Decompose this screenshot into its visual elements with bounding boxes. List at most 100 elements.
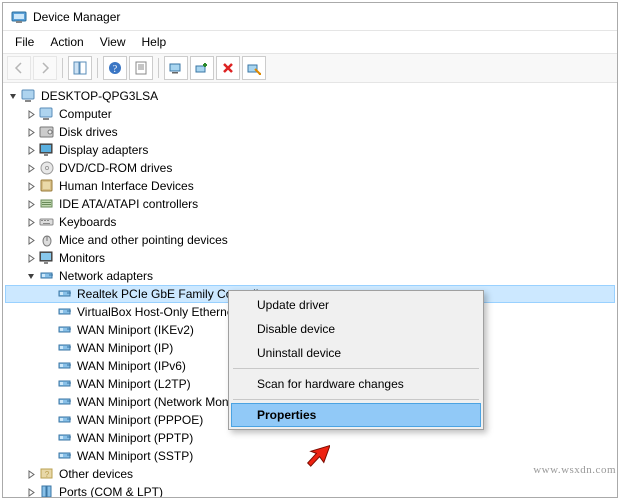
back-button[interactable] (7, 56, 31, 80)
expander-none (43, 306, 55, 318)
expander-closed-icon[interactable] (25, 252, 37, 264)
scan-hardware-button[interactable] (164, 56, 188, 80)
expander-closed-icon[interactable] (25, 216, 37, 228)
category-icon (39, 232, 55, 248)
titlebar: Device Manager (3, 3, 617, 31)
help-button[interactable]: ? (103, 56, 127, 80)
expander-none (43, 450, 55, 462)
menu-disable-device[interactable]: Disable device (231, 317, 481, 341)
uninstall-button[interactable] (216, 56, 240, 80)
watermark: www.wsxdn.com (533, 464, 616, 476)
show-hide-tree-button[interactable] (68, 56, 92, 80)
toolbar-separator (62, 58, 63, 78)
category-icon (39, 178, 55, 194)
expander-closed-icon[interactable] (25, 198, 37, 210)
expander-none (43, 378, 55, 390)
tree-category[interactable]: Ports (COM & LPT) (5, 483, 615, 497)
tree-category[interactable]: Display adapters (5, 141, 615, 159)
network-adapter-icon (57, 376, 73, 392)
tree-category[interactable]: Network adapters (5, 267, 615, 285)
network-adapter-icon (57, 340, 73, 356)
tree-category[interactable]: Disk drives (5, 123, 615, 141)
menu-scan-hardware[interactable]: Scan for hardware changes (231, 372, 481, 396)
category-icon (39, 268, 55, 284)
tree-category[interactable]: DVD/CD-ROM drives (5, 159, 615, 177)
category-label: Network adapters (59, 269, 153, 283)
tree-category[interactable]: ?Other devices (5, 465, 615, 483)
menu-update-driver[interactable]: Update driver (231, 293, 481, 317)
expander-none (43, 342, 55, 354)
expander-none (43, 324, 55, 336)
device-label: WAN Miniport (IKEv2) (77, 323, 194, 337)
category-label: Human Interface Devices (59, 179, 194, 193)
category-icon (39, 106, 55, 122)
expander-closed-icon[interactable] (25, 162, 37, 174)
device-label: WAN Miniport (IPv6) (77, 359, 186, 373)
network-adapter-icon (57, 304, 73, 320)
tree-category[interactable]: Mice and other pointing devices (5, 231, 615, 249)
menu-file[interactable]: File (7, 33, 42, 51)
category-label: Keyboards (59, 215, 116, 229)
menu-properties[interactable]: Properties (231, 403, 481, 427)
menu-uninstall-device[interactable]: Uninstall device (231, 341, 481, 365)
app-icon (11, 9, 27, 25)
window-title: Device Manager (33, 10, 120, 24)
expander-open-icon[interactable] (7, 90, 19, 102)
network-adapter-icon (57, 430, 73, 446)
category-icon (39, 484, 55, 497)
expander-closed-icon[interactable] (25, 486, 37, 497)
category-icon (39, 250, 55, 266)
tree-category[interactable]: Monitors (5, 249, 615, 267)
expander-none (43, 288, 55, 300)
tree-category[interactable]: Human Interface Devices (5, 177, 615, 195)
device-label: WAN Miniport (PPTP) (77, 431, 193, 445)
category-label: Mice and other pointing devices (59, 233, 228, 247)
tree-device[interactable]: WAN Miniport (PPTP) (5, 429, 615, 447)
network-adapter-icon (57, 358, 73, 374)
toolbar: ? (3, 53, 617, 83)
device-label: WAN Miniport (L2TP) (77, 377, 191, 391)
forward-button[interactable] (33, 56, 57, 80)
context-menu-separator (233, 368, 479, 369)
network-adapter-icon (57, 322, 73, 338)
device-label: WAN Miniport (SSTP) (77, 449, 193, 463)
expander-none (43, 414, 55, 426)
expander-none (43, 432, 55, 444)
expander-closed-icon[interactable] (25, 468, 37, 480)
menu-view[interactable]: View (92, 33, 134, 51)
category-label: Display adapters (59, 143, 148, 157)
expander-closed-icon[interactable] (25, 126, 37, 138)
expander-closed-icon[interactable] (25, 144, 37, 156)
tree-device[interactable]: WAN Miniport (SSTP) (5, 447, 615, 465)
computer-icon (21, 88, 37, 104)
disable-button[interactable] (242, 56, 266, 80)
network-adapter-icon (57, 394, 73, 410)
category-icon (39, 196, 55, 212)
network-adapter-icon (57, 448, 73, 464)
toolbar-separator (158, 58, 159, 78)
menubar: File Action View Help (3, 31, 617, 53)
expander-closed-icon[interactable] (25, 180, 37, 192)
tree-category[interactable]: Keyboards (5, 213, 615, 231)
menu-action[interactable]: Action (42, 33, 91, 51)
network-adapter-icon (57, 286, 73, 302)
tree-category[interactable]: IDE ATA/ATAPI controllers (5, 195, 615, 213)
category-label: IDE ATA/ATAPI controllers (59, 197, 198, 211)
expander-closed-icon[interactable] (25, 108, 37, 120)
category-icon (39, 142, 55, 158)
network-adapter-icon (57, 412, 73, 428)
category-label: Monitors (59, 251, 105, 265)
root-label: DESKTOP-QPG3LSA (41, 89, 158, 103)
add-hardware-button[interactable] (190, 56, 214, 80)
expander-closed-icon[interactable] (25, 234, 37, 246)
device-label: WAN Miniport (Network Monitor) (77, 395, 249, 409)
expander-none (43, 396, 55, 408)
tree-category[interactable]: Computer (5, 105, 615, 123)
category-icon (39, 124, 55, 140)
device-label: WAN Miniport (PPPOE) (77, 413, 203, 427)
category-label: Ports (COM & LPT) (59, 485, 163, 497)
expander-open-icon[interactable] (25, 270, 37, 282)
menu-help[interactable]: Help (134, 33, 175, 51)
tree-root[interactable]: DESKTOP-QPG3LSA (5, 87, 615, 105)
properties-button[interactable] (129, 56, 153, 80)
